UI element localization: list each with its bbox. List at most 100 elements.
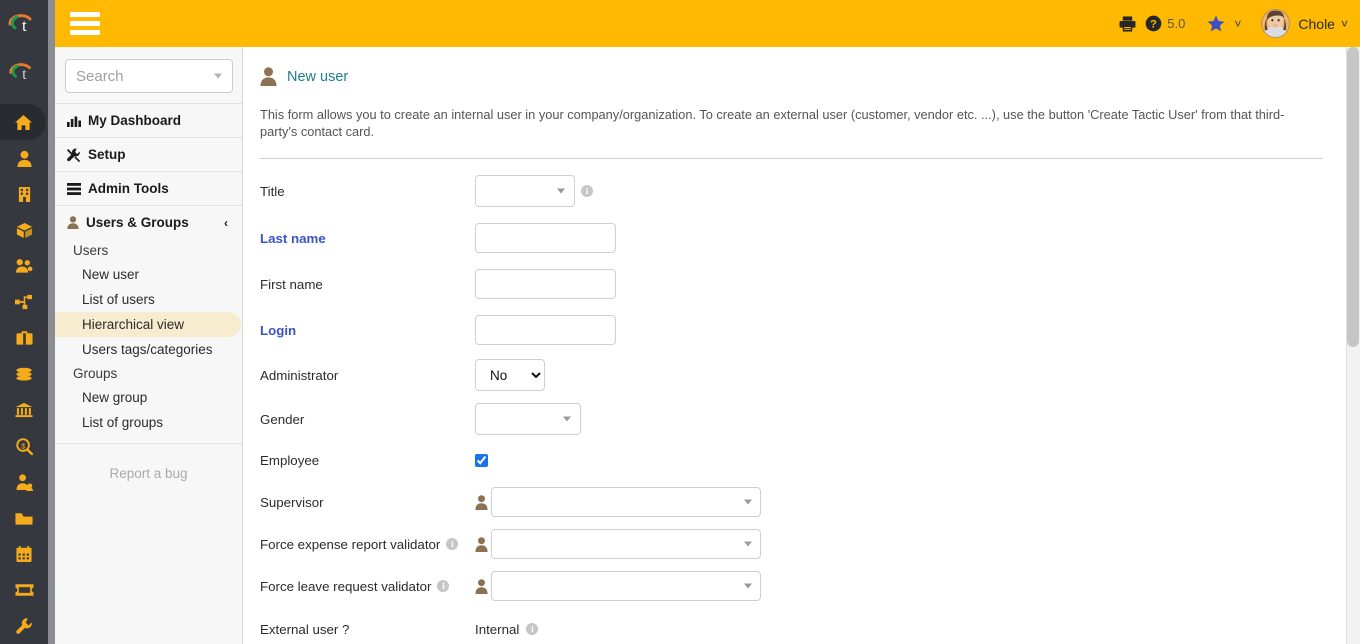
- sidebar-item-admin-tools[interactable]: Admin Tools: [55, 171, 242, 205]
- control-supervisor: [475, 487, 761, 517]
- login-input[interactable]: [475, 315, 616, 345]
- logo-secondary[interactable]: t: [0, 50, 48, 94]
- control-force-leave-validator: [475, 571, 761, 601]
- force-expense-validator-combobox[interactable]: [491, 529, 761, 559]
- rail-item-agenda[interactable]: [0, 536, 48, 572]
- label-text-force-leave-validator: Force leave request validator: [260, 578, 432, 594]
- sidebar-item-list-of-groups[interactable]: List of groups: [55, 410, 242, 435]
- collapse-chevron-left-icon[interactable]: ‹: [224, 216, 228, 230]
- label-supervisor: Supervisor: [260, 494, 324, 510]
- employee-checkbox[interactable]: [475, 453, 488, 467]
- tools-icon: [67, 147, 81, 162]
- label-text-force-expense-validator: Force expense report validator: [260, 536, 441, 552]
- header-actions: ? 5.0 ˅ Chole ˅: [1119, 9, 1348, 38]
- label-last-name: Last name: [260, 230, 326, 246]
- burger-line-2: [70, 21, 100, 26]
- page-scrollbar[interactable]: [1346, 47, 1360, 644]
- label-force-expense-validator: Force expense report validator i: [260, 537, 475, 552]
- rail-item-stock[interactable]: [0, 248, 48, 284]
- logo-primary[interactable]: t: [0, 0, 48, 48]
- info-icon[interactable]: i: [446, 538, 459, 550]
- sidebar-group-groups: Groups New group List of groups: [55, 362, 242, 435]
- control-login: [475, 315, 616, 345]
- title-select[interactable]: [475, 175, 575, 207]
- svg-text:?: ?: [1150, 19, 1157, 31]
- rail-item-documents[interactable]: [0, 500, 48, 536]
- page-header: New user: [243, 47, 1346, 86]
- rail-item-company[interactable]: [0, 176, 48, 212]
- sidebar-group-users: Users New user List of users Hierarchica…: [55, 239, 242, 362]
- sidebar-label-my-dashboard: My Dashboard: [88, 113, 182, 128]
- user-icon: [260, 67, 277, 86]
- sidebar-item-new-user[interactable]: New user: [55, 262, 242, 287]
- rail-item-reports[interactable]: $: [0, 428, 48, 464]
- form-row-last-name: Last name: [260, 223, 1346, 253]
- label-gender: Gender: [260, 411, 305, 427]
- search-box[interactable]: [65, 59, 233, 93]
- sidebar-subhead-groups[interactable]: Groups: [55, 362, 242, 385]
- form-row-force-leave-validator: Force leave request validator i: [260, 571, 1346, 601]
- chevron-down-icon: [744, 583, 752, 589]
- sidebar-label-setup: Setup: [88, 147, 126, 162]
- label-force-leave-validator: Force leave request validator i: [260, 579, 475, 594]
- sidebar-item-setup[interactable]: Setup: [55, 137, 242, 171]
- sidebar-item-list-of-users[interactable]: List of users: [55, 287, 242, 312]
- force-leave-validator-combobox[interactable]: [491, 571, 761, 601]
- rail-item-tools[interactable]: [0, 608, 48, 644]
- form-row-login: Login: [260, 315, 1346, 345]
- secondary-sidebar: My Dashboard Setup Admin Tools Users & G…: [55, 47, 243, 644]
- info-icon[interactable]: i: [581, 185, 593, 197]
- control-last-name: [475, 223, 616, 253]
- sidebar-label-users-and-groups: Users & Groups: [86, 215, 189, 230]
- form-row-first-name: First name: [260, 269, 1346, 299]
- search-chevron-down-icon[interactable]: [214, 73, 222, 79]
- svg-text:$: $: [21, 441, 26, 450]
- rail-item-home[interactable]: [0, 104, 46, 140]
- rail-item-products[interactable]: [0, 212, 48, 248]
- rail-item-accounting[interactable]: [0, 356, 48, 392]
- sidebar-item-users-and-groups[interactable]: Users & Groups ‹: [55, 205, 242, 239]
- form-row-employee: Employee: [260, 445, 1346, 475]
- rail-item-ticket[interactable]: [0, 572, 48, 608]
- sidebar-subhead-users[interactable]: Users: [55, 239, 242, 262]
- user-name-label[interactable]: Chole: [1298, 16, 1335, 32]
- gender-select[interactable]: [475, 403, 581, 435]
- user-chevron-down-icon[interactable]: ˅: [1341, 17, 1348, 31]
- sidebar-item-my-dashboard[interactable]: My Dashboard: [55, 103, 242, 137]
- administrator-select[interactable]: No Yes: [475, 359, 545, 391]
- rail-item-bank[interactable]: [0, 392, 48, 428]
- sidebar-item-users-tags-categories[interactable]: Users tags/categories: [55, 337, 242, 362]
- first-name-input[interactable]: [475, 269, 616, 299]
- info-icon[interactable]: i: [437, 580, 450, 592]
- rail-item-commercial[interactable]: [0, 320, 48, 356]
- rail-item-sitemap[interactable]: [0, 284, 48, 320]
- print-icon[interactable]: [1119, 15, 1136, 32]
- info-icon[interactable]: i: [526, 623, 539, 635]
- help-icon[interactable]: ?: [1145, 15, 1162, 32]
- version-label: 5.0: [1167, 16, 1186, 31]
- page-title[interactable]: New user: [287, 69, 348, 85]
- user-icon: [67, 216, 79, 229]
- chevron-down-icon: [744, 541, 752, 547]
- supervisor-combobox[interactable]: [491, 487, 761, 517]
- last-name-input[interactable]: [475, 223, 616, 253]
- rail-edge-divider: [48, 0, 55, 644]
- control-title: i: [475, 175, 593, 207]
- application-window: t t $ ? 5.0 ˅ Chole ˅ Search My Dashboar…: [0, 0, 1360, 644]
- sidebar-item-new-group[interactable]: New group: [55, 385, 242, 410]
- avatar[interactable]: [1261, 9, 1291, 38]
- chevron-down-icon: [563, 416, 571, 422]
- rail-item-hrm[interactable]: [0, 464, 48, 500]
- star-chevron-down-icon[interactable]: ˅: [1234, 17, 1241, 31]
- form-row-external-user: External user ? Internal i: [260, 614, 1346, 644]
- chevron-down-icon: [557, 188, 565, 194]
- star-icon[interactable]: [1207, 15, 1225, 32]
- search-input[interactable]: [66, 66, 202, 86]
- sidebar-item-hierarchical-view[interactable]: Hierarchical view: [55, 312, 241, 337]
- control-first-name: [475, 269, 616, 299]
- page-scrollbar-thumb[interactable]: [1347, 47, 1359, 347]
- menu-toggle-button[interactable]: [70, 12, 100, 35]
- rail-item-third-parties[interactable]: [0, 140, 48, 176]
- report-a-bug-link[interactable]: Report a bug: [55, 443, 242, 481]
- control-gender: [475, 403, 581, 435]
